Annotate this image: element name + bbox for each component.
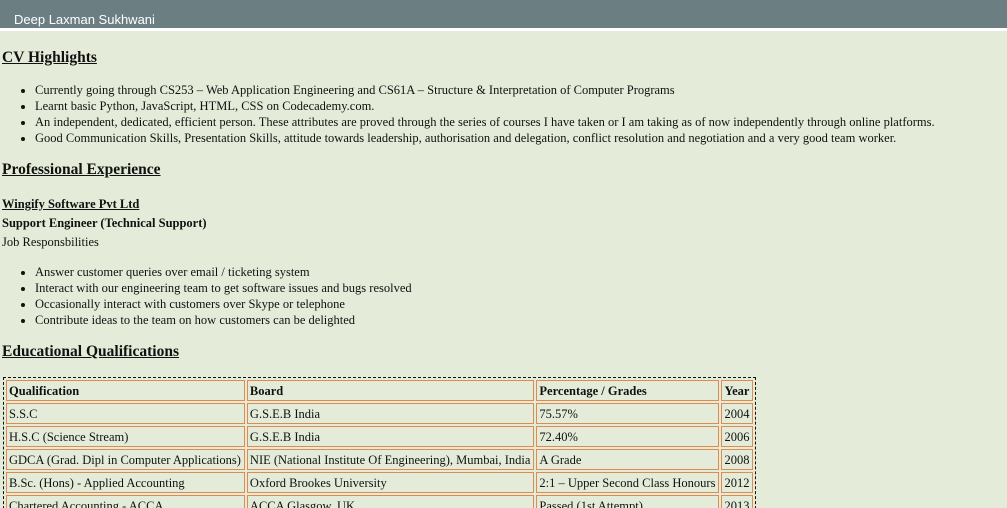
table-cell: Chartered Accounting - ACCA <box>6 495 245 508</box>
column-header: Year <box>721 380 754 401</box>
cv-highlights-heading: CV Highlights <box>2 49 97 66</box>
table-cell: A Grade <box>536 449 720 470</box>
table-row: B.Sc. (Hons) - Applied Accounting Oxford… <box>6 472 754 493</box>
responsibilities-list: Answer customer queries over email / tic… <box>2 264 1007 328</box>
table-row: GDCA (Grad. Dipl in Computer Application… <box>6 449 754 470</box>
column-header: Percentage / Grades <box>536 380 720 401</box>
table-cell: S.S.C <box>6 403 245 424</box>
highlights-list: Currently going through CS253 – Web Appl… <box>2 82 1007 146</box>
table-cell: 2013 <box>721 495 754 508</box>
company-name: Wingify Software Pvt Ltd <box>2 197 140 211</box>
cv-content: CV Highlights Currently going through CS… <box>0 31 1007 508</box>
table-cell: 2004 <box>721 403 754 424</box>
highlight-item: Currently going through CS253 – Web Appl… <box>35 82 1007 98</box>
column-header: Board <box>246 380 535 401</box>
table-cell: Oxford Brookes University <box>246 472 535 493</box>
table-cell: 2012 <box>721 472 754 493</box>
highlight-item: Good Communication Skills, Presentation … <box>35 130 1007 146</box>
table-cell: G.S.E.B India <box>246 426 535 447</box>
highlight-item: An independent, dedicated, efficient per… <box>35 114 1007 130</box>
table-cell: 2006 <box>721 426 754 447</box>
experience-heading: Professional Experience <box>2 161 161 178</box>
table-row: H.S.C (Science Stream) G.S.E.B India 72.… <box>6 426 754 447</box>
education-heading: Educational Qualifications <box>2 343 179 360</box>
table-row: S.S.C G.S.E.B India 75.57% 2004 <box>6 403 754 424</box>
responsibility-item: Interact with our engineering team to ge… <box>35 280 1007 296</box>
table-cell: 2:1 – Upper Second Class Honours <box>536 472 720 493</box>
job-role: Support Engineer (Technical Support) <box>2 216 207 230</box>
responsibility-item: Occasionally interact with customers ove… <box>35 296 1007 312</box>
highlight-item: Learnt basic Python, JavaScript, HTML, C… <box>35 98 1007 114</box>
table-row: Chartered Accounting - ACCA ACCA Glasgow… <box>6 495 754 508</box>
responsibility-item: Answer customer queries over email / tic… <box>35 264 1007 280</box>
table-cell: B.Sc. (Hons) - Applied Accounting <box>6 472 245 493</box>
education-table: Qualification Board Percentage / Grades … <box>3 377 757 508</box>
table-cell: 2008 <box>721 449 754 470</box>
table-cell: H.S.C (Science Stream) <box>6 426 245 447</box>
table-cell: NIE (National Institute Of Engineering),… <box>246 449 535 470</box>
table-cell: ACCA Glasgow, UK <box>246 495 535 508</box>
table-cell: 75.57% <box>536 403 720 424</box>
responsibilities-label: Job Responsbilities <box>2 235 99 249</box>
table-cell: Passed (1st Attempt) <box>536 495 720 508</box>
page-header: Deep Laxman Sukhwani <box>0 0 1007 31</box>
column-header: Qualification <box>6 380 245 401</box>
responsibility-item: Contribute ideas to the team on how cust… <box>35 312 1007 328</box>
table-cell: G.S.E.B India <box>246 403 535 424</box>
table-cell: 72.40% <box>536 426 720 447</box>
author-name: Deep Laxman Sukhwani <box>14 12 155 27</box>
table-cell: GDCA (Grad. Dipl in Computer Application… <box>6 449 245 470</box>
table-header-row: Qualification Board Percentage / Grades … <box>6 380 754 401</box>
